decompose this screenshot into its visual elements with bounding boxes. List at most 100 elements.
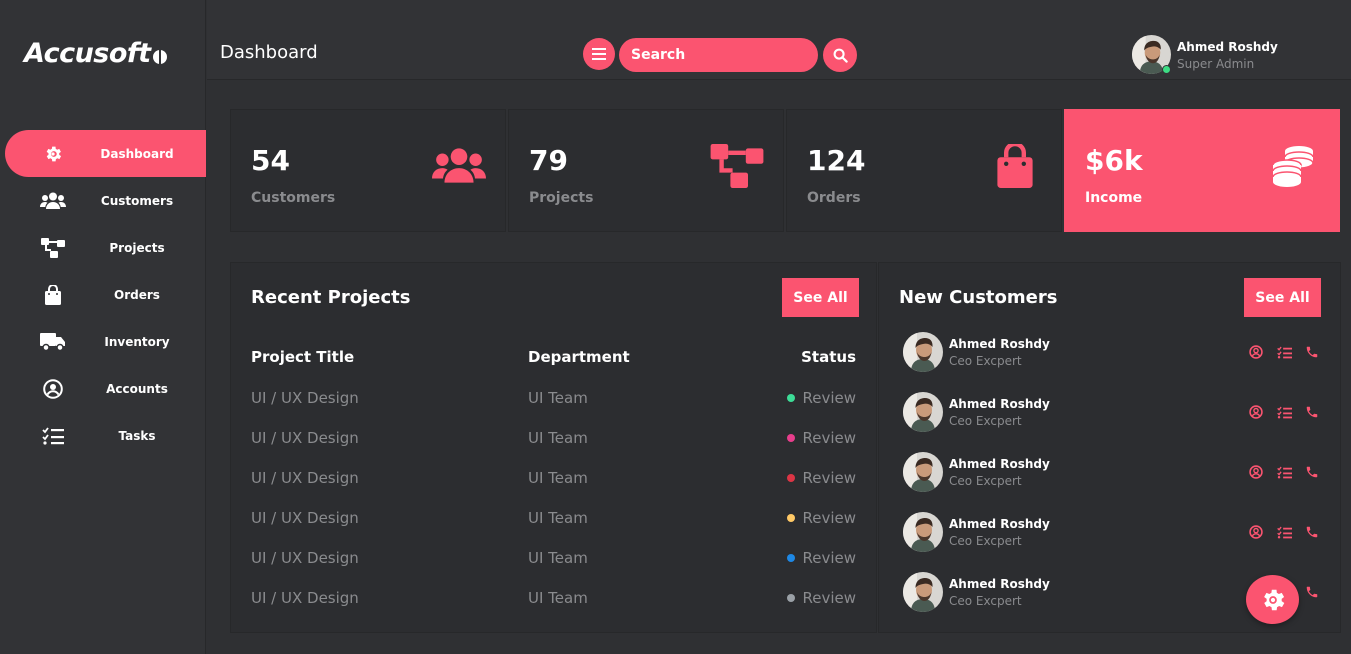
project-status-cell: Review xyxy=(787,549,856,567)
user-circle-icon xyxy=(40,378,66,400)
customer-row[interactable]: Ahmed Roshdy Ceo Excpert xyxy=(903,332,1323,374)
phone-icon[interactable] xyxy=(1304,584,1320,600)
customer-name: Ahmed Roshdy xyxy=(949,337,1050,351)
panel-title: Recent Projects xyxy=(251,287,411,308)
user-role: Super Admin xyxy=(1177,57,1255,71)
customer-actions xyxy=(1248,404,1320,420)
users-icon xyxy=(431,142,487,190)
status-dot xyxy=(787,474,796,482)
settings-button[interactable] xyxy=(1246,575,1299,624)
project-title-cell: UI / UX Design xyxy=(251,389,359,407)
project-status-cell: Review xyxy=(787,469,856,487)
column-header-department: Department xyxy=(528,348,630,366)
list-icon[interactable] xyxy=(1276,344,1292,360)
customer-actions xyxy=(1248,344,1320,360)
project-department-cell: UI Team xyxy=(528,389,588,407)
sidebar-item-label: Orders xyxy=(114,287,160,302)
recent-projects-panel: Recent Projects See All Project Title De… xyxy=(230,262,877,633)
shopping-bag-icon xyxy=(987,142,1043,190)
list-icon[interactable] xyxy=(1276,464,1292,480)
search-button[interactable] xyxy=(823,38,857,72)
logo-text: Accusoft xyxy=(24,38,151,69)
avatar xyxy=(903,392,943,432)
avatar xyxy=(903,332,943,372)
status-dot xyxy=(787,394,796,402)
truck-icon xyxy=(40,331,66,353)
stat-card-orders[interactable]: 124 Orders xyxy=(786,109,1062,232)
shopping-bag-icon xyxy=(40,284,66,306)
customer-role: Ceo Excpert xyxy=(949,594,1022,608)
stat-label: Projects xyxy=(529,190,594,206)
phone-icon[interactable] xyxy=(1304,404,1320,420)
sidebar-item-label: Customers xyxy=(100,193,174,208)
project-title-cell: UI / UX Design xyxy=(251,469,359,487)
stat-value: $6k xyxy=(1085,144,1143,177)
checklist-icon xyxy=(40,425,66,447)
search-icon xyxy=(833,48,848,63)
column-header-project-title: Project Title xyxy=(251,348,355,366)
project-tree-icon xyxy=(40,237,66,259)
avatar xyxy=(903,512,943,552)
status-label: Review xyxy=(802,549,856,567)
customer-name: Ahmed Roshdy xyxy=(949,397,1050,411)
customer-name: Ahmed Roshdy xyxy=(949,517,1050,531)
user-circle-icon[interactable] xyxy=(1248,404,1264,420)
gear-icon xyxy=(40,143,66,165)
sidebar-item-dashboard[interactable]: Dashboard xyxy=(5,130,206,177)
gear-icon xyxy=(1263,589,1284,610)
customer-row[interactable]: Ahmed Roshdy Ceo Excpert xyxy=(903,512,1323,554)
customer-role: Ceo Excpert xyxy=(949,534,1022,548)
customer-name: Ahmed Roshdy xyxy=(949,577,1050,591)
status-label: Review xyxy=(802,429,856,447)
phone-icon[interactable] xyxy=(1304,344,1320,360)
sidebar-item-label: Inventory xyxy=(104,334,170,349)
status-label: Review xyxy=(802,389,856,407)
sidebar-item-inventory[interactable]: Inventory xyxy=(0,318,206,365)
sidebar-item-projects[interactable]: Projects xyxy=(0,224,206,271)
sidebar-item-orders[interactable]: Orders xyxy=(0,271,206,318)
sidebar-item-label: Tasks xyxy=(118,428,156,443)
stat-label: Customers xyxy=(251,190,336,206)
user-circle-icon[interactable] xyxy=(1248,464,1264,480)
status-dot xyxy=(787,514,796,522)
user-name: Ahmed Roshdy xyxy=(1177,40,1278,54)
stat-card-customers[interactable]: 54 Customers xyxy=(230,109,506,232)
sidebar-item-accounts[interactable]: Accounts xyxy=(0,365,206,412)
project-status-cell: Review xyxy=(787,429,856,447)
sidebar-item-label: Dashboard xyxy=(100,146,174,161)
menu-toggle-button[interactable] xyxy=(583,38,615,70)
column-header-status: Status xyxy=(801,348,856,366)
search-input[interactable] xyxy=(619,38,818,72)
phone-icon[interactable] xyxy=(1304,464,1320,480)
sidebar: Accusoft Dashboard Customers Projects Or… xyxy=(0,0,206,654)
project-title-cell: UI / UX Design xyxy=(251,549,359,567)
customer-row[interactable]: Ahmed Roshdy Ceo Excpert xyxy=(903,392,1323,434)
customer-role: Ceo Excpert xyxy=(949,414,1022,428)
project-status-cell: Review xyxy=(787,589,856,607)
list-icon[interactable] xyxy=(1276,404,1292,420)
coins-icon xyxy=(1265,142,1321,190)
sidebar-item-customers[interactable]: Customers xyxy=(0,177,206,224)
status-dot xyxy=(787,554,796,562)
users-icon xyxy=(40,190,66,212)
list-icon[interactable] xyxy=(1276,524,1292,540)
user-circle-icon[interactable] xyxy=(1248,524,1264,540)
brand-logo[interactable]: Accusoft xyxy=(24,38,167,69)
status-dot xyxy=(787,434,796,442)
sidebar-item-tasks[interactable]: Tasks xyxy=(0,412,206,459)
project-department-cell: UI Team xyxy=(528,589,588,607)
phone-icon[interactable] xyxy=(1304,524,1320,540)
page-title: Dashboard xyxy=(220,42,318,63)
stat-value: 124 xyxy=(807,144,866,177)
see-all-projects-button[interactable]: See All xyxy=(782,278,859,317)
project-title-cell: UI / UX Design xyxy=(251,429,359,447)
see-all-customers-button[interactable]: See All xyxy=(1244,278,1321,317)
stat-value: 54 xyxy=(251,144,290,177)
customer-actions xyxy=(1248,524,1320,540)
user-circle-icon[interactable] xyxy=(1248,344,1264,360)
user-avatar[interactable] xyxy=(1132,35,1171,74)
stat-card-income[interactable]: $6k Income xyxy=(1064,109,1340,232)
stat-card-projects[interactable]: 79 Projects xyxy=(508,109,784,232)
logo-mark-icon xyxy=(152,49,167,64)
customer-row[interactable]: Ahmed Roshdy Ceo Excpert xyxy=(903,452,1323,494)
